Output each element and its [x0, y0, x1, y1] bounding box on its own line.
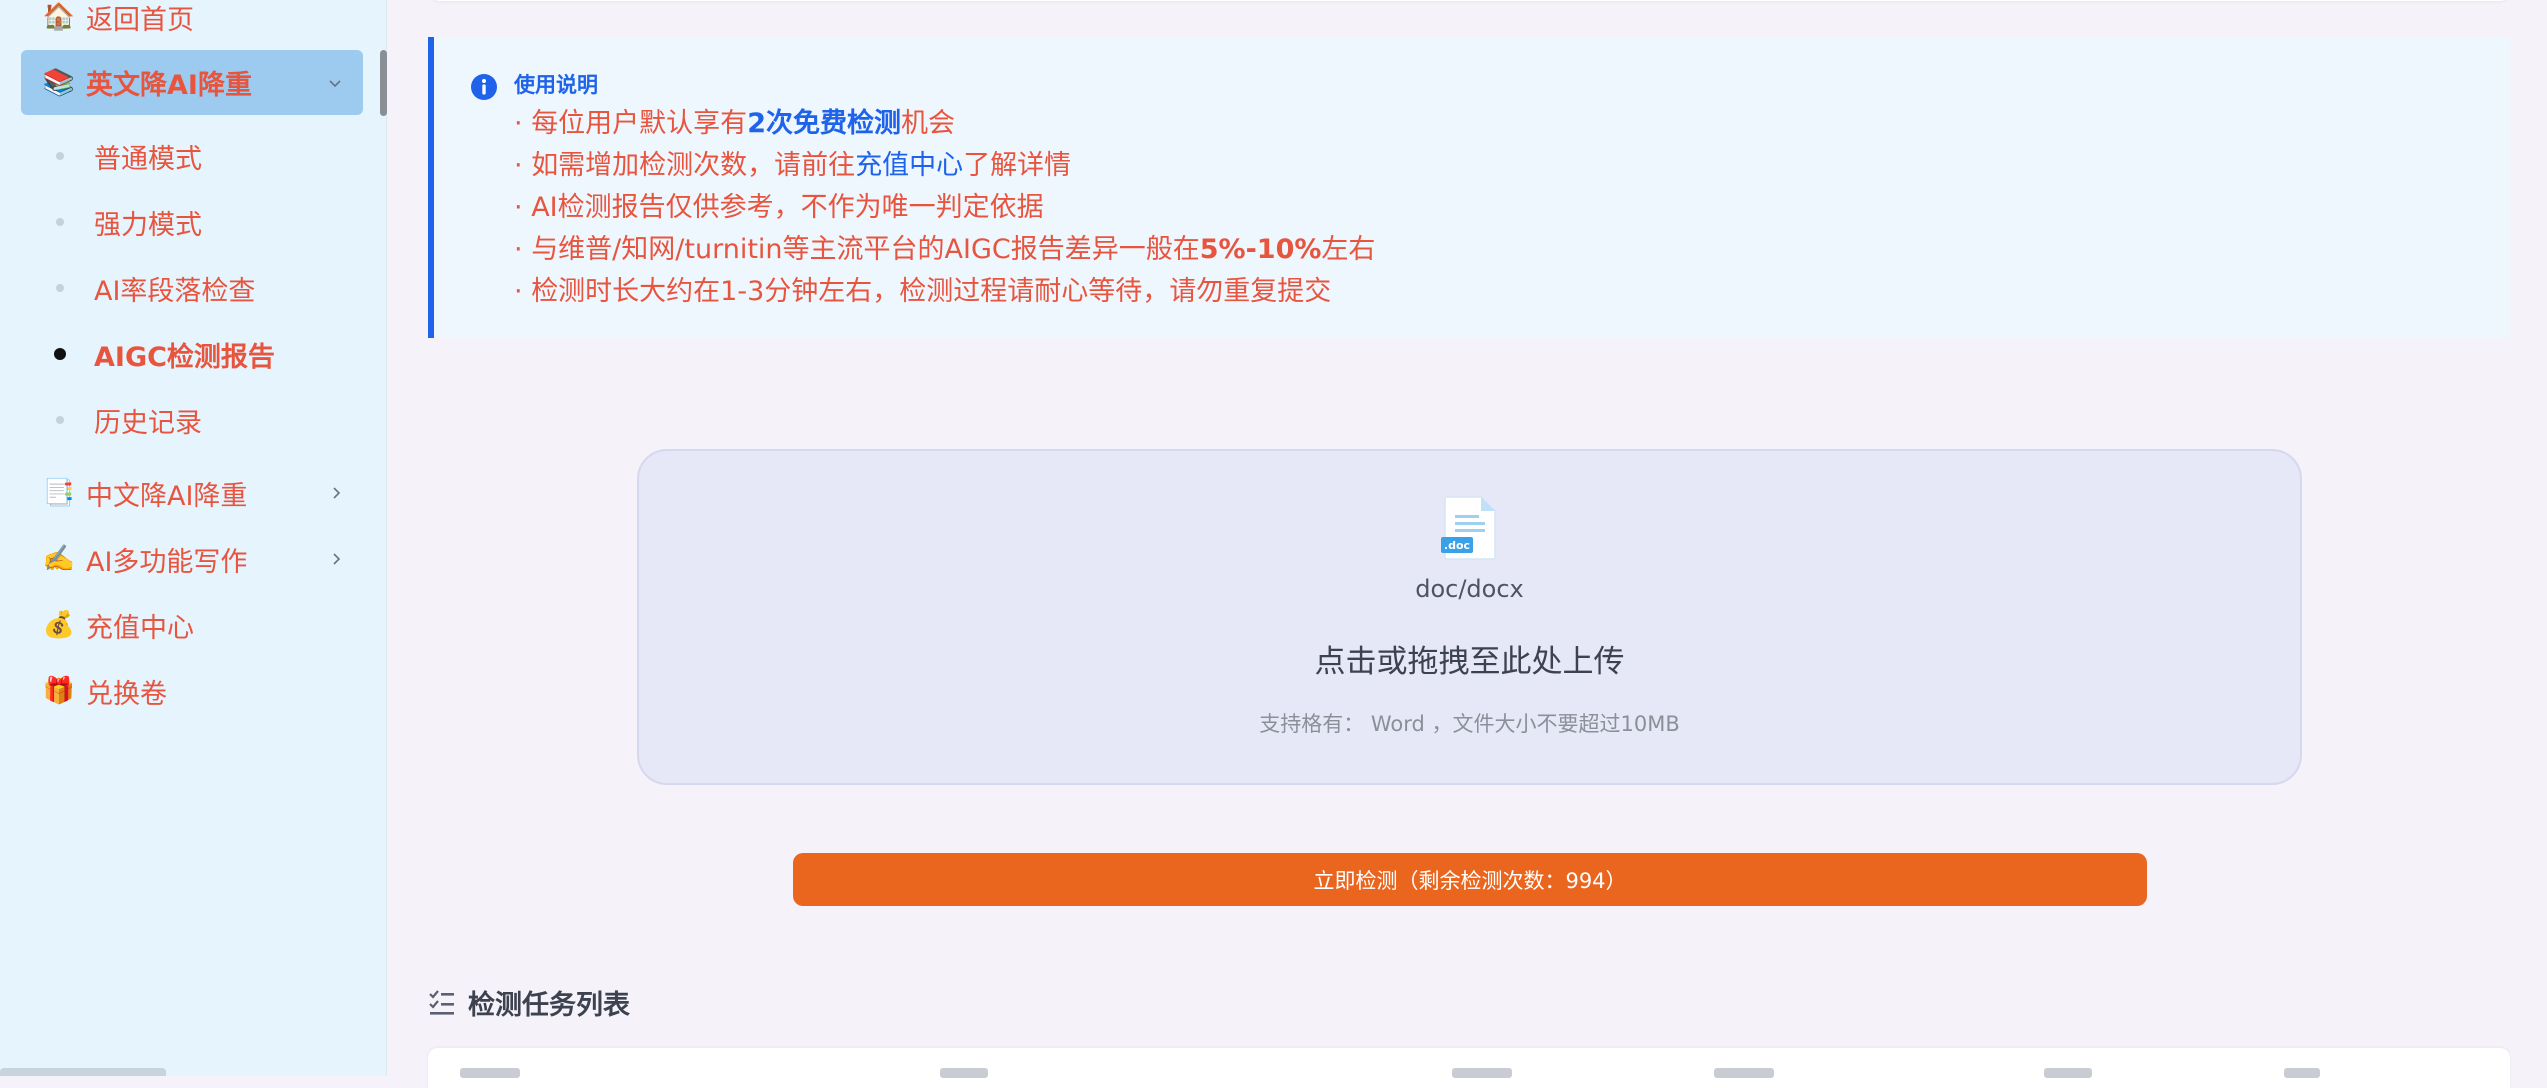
- detect-now-button[interactable]: 立即检测（剩余检测次数：994）: [793, 853, 2147, 906]
- task-list-title: 检测任务列表: [468, 989, 630, 1021]
- upload-format: doc/docx: [1415, 575, 1524, 603]
- sidebar-item-label: 返回首页: [86, 4, 194, 36]
- table-column-header: [460, 1068, 520, 1078]
- chevron-right-icon: [328, 551, 344, 567]
- table-column-header: [1452, 1068, 1512, 1078]
- sidebar-subitem-label: 强力模式: [94, 209, 202, 241]
- notice-text: 机会: [900, 108, 955, 139]
- sidebar-item-label: 中文降AI降重: [86, 480, 248, 512]
- difference-highlight: 5%-10%: [1199, 234, 1322, 265]
- bullet-dot: [56, 284, 64, 292]
- notice-text: 了解详情: [963, 150, 1072, 181]
- notice-line-reference: · AI检测报告仅供参考，不作为唯一判定依据: [514, 187, 1375, 229]
- recharge-center-link[interactable]: 充值中心: [855, 150, 963, 181]
- notice-line-duration: · 检测时长大约在1-3分钟左右，检测过程请耐心等待，请勿重复提交: [514, 271, 1375, 313]
- sidebar-item-recharge[interactable]: 💰 充值中心: [42, 601, 194, 649]
- notice-line-free-checks: · 每位用户默认享有2次免费检测机会: [514, 103, 1375, 145]
- task-list-header: 检测任务列表: [428, 982, 630, 1022]
- bullet: ·: [514, 150, 523, 181]
- sidebar-item-ai-writing[interactable]: ✍️ AI多功能写作: [42, 535, 344, 583]
- checklist-icon: [429, 990, 454, 1015]
- upload-instruction: 点击或拖拽至此处上传: [1314, 644, 1625, 680]
- sidebar-item-redeem[interactable]: 🎁 兑换卷: [42, 667, 167, 715]
- chevron-down-icon: [327, 75, 343, 91]
- writing-hand-icon: ✍️: [42, 544, 76, 574]
- sidebar-item-label: 充值中心: [86, 612, 194, 644]
- sidebar-item-home[interactable]: 🏠 返回首页: [42, 0, 194, 41]
- sidebar-item-chinese-ai-rewrite[interactable]: 📑 中文降AI降重: [42, 469, 344, 517]
- money-bag-icon: 💰: [42, 610, 76, 640]
- sidebar-scrollbar[interactable]: [380, 50, 387, 116]
- sidebar-subitem-label: 普通模式: [94, 143, 202, 175]
- notice-text: 与维普/知网/turnitin等主流平台的AIGC报告差异一般在: [531, 234, 1200, 265]
- table-column-header: [2044, 1068, 2092, 1078]
- bullet-dot: [56, 218, 64, 226]
- bullet: ·: [514, 234, 523, 265]
- info-icon: [471, 74, 497, 100]
- bullet: ·: [514, 192, 523, 223]
- svg-text:.doc: .doc: [1444, 539, 1470, 552]
- upload-hint: 支持格有： Word ，文件大小不要超过10MB: [1259, 712, 1680, 736]
- top-card-edge: [430, 0, 2510, 1]
- active-bullet-dot: [54, 348, 66, 360]
- sidebar-item-label: 兑换卷: [86, 678, 167, 710]
- bullet: ·: [514, 276, 523, 307]
- sidebar-item-label: AI多功能写作: [86, 546, 248, 578]
- notice-line-recharge: · 如需增加检测次数，请前往充值中心了解详情: [514, 145, 1375, 187]
- task-table: [428, 1048, 2510, 1088]
- sidebar-subitem-paragraph-check[interactable]: AI率段落检查: [56, 264, 255, 312]
- notice-text: 每位用户默认享有: [531, 108, 748, 139]
- notice-list: · 每位用户默认享有2次免费检测机会 · 如需增加检测次数，请前往充值中心了解详…: [514, 103, 1375, 313]
- bullet-dot: [56, 416, 64, 424]
- doc-file-icon: .doc: [1441, 496, 1496, 560]
- sidebar-subitem-aigc-report[interactable]: AIGC检测报告: [54, 330, 275, 378]
- bullet-dot: [56, 152, 64, 160]
- notice-text: 检测时长大约在1-3分钟左右，检测过程请耐心等待，请勿重复提交: [531, 276, 1332, 307]
- notice-text: AI检测报告仅供参考，不作为唯一判定依据: [531, 192, 1044, 223]
- file-upload-dropzone[interactable]: .doc doc/docx 点击或拖拽至此处上传 支持格有： Word ，文件大…: [637, 449, 2302, 785]
- notice-text: 如需增加检测次数，请前往: [531, 150, 856, 181]
- sidebar-subitem-normal-mode[interactable]: 普通模式: [56, 132, 202, 180]
- chevron-right-icon: [328, 485, 344, 501]
- sidebar-subitem-label: AIGC检测报告: [94, 341, 275, 373]
- table-column-header: [940, 1068, 988, 1078]
- home-icon: 🏠: [42, 2, 76, 32]
- usage-notice: 使用说明 · 每位用户默认享有2次免费检测机会 · 如需增加检测次数，请前往充值…: [428, 37, 2510, 338]
- table-column-header: [2284, 1068, 2320, 1078]
- bookmark-tabs-icon: 📑: [42, 478, 76, 508]
- sidebar-subitem-history[interactable]: 历史记录: [56, 396, 202, 444]
- sidebar-subitem-label: AI率段落检查: [94, 275, 256, 307]
- sidebar-item-english-ai-rewrite[interactable]: 📚 英文降AI降重: [21, 50, 363, 115]
- sidebar-item-label: 英文降AI降重: [86, 70, 252, 101]
- sidebar-subitem-strong-mode[interactable]: 强力模式: [56, 198, 202, 246]
- table-column-header: [1714, 1068, 1774, 1078]
- notice-text: 左右: [1321, 234, 1376, 265]
- gift-icon: 🎁: [42, 676, 76, 706]
- sidebar: 🏠 返回首页 📚 英文降AI降重 普通模式 强力模式 AI率段落检查 AIGC检…: [0, 0, 387, 1076]
- notice-line-difference: · 与维普/知网/turnitin等主流平台的AIGC报告差异一般在5%-10%…: [514, 229, 1375, 271]
- sidebar-bottom-scrollbar[interactable]: [0, 1068, 166, 1076]
- bullet: ·: [514, 108, 523, 139]
- notice-title: 使用说明: [514, 73, 598, 97]
- free-checks-highlight: 2次免费检测: [747, 108, 901, 139]
- sidebar-subitem-label: 历史记录: [94, 407, 202, 439]
- books-icon: 📚: [42, 67, 76, 98]
